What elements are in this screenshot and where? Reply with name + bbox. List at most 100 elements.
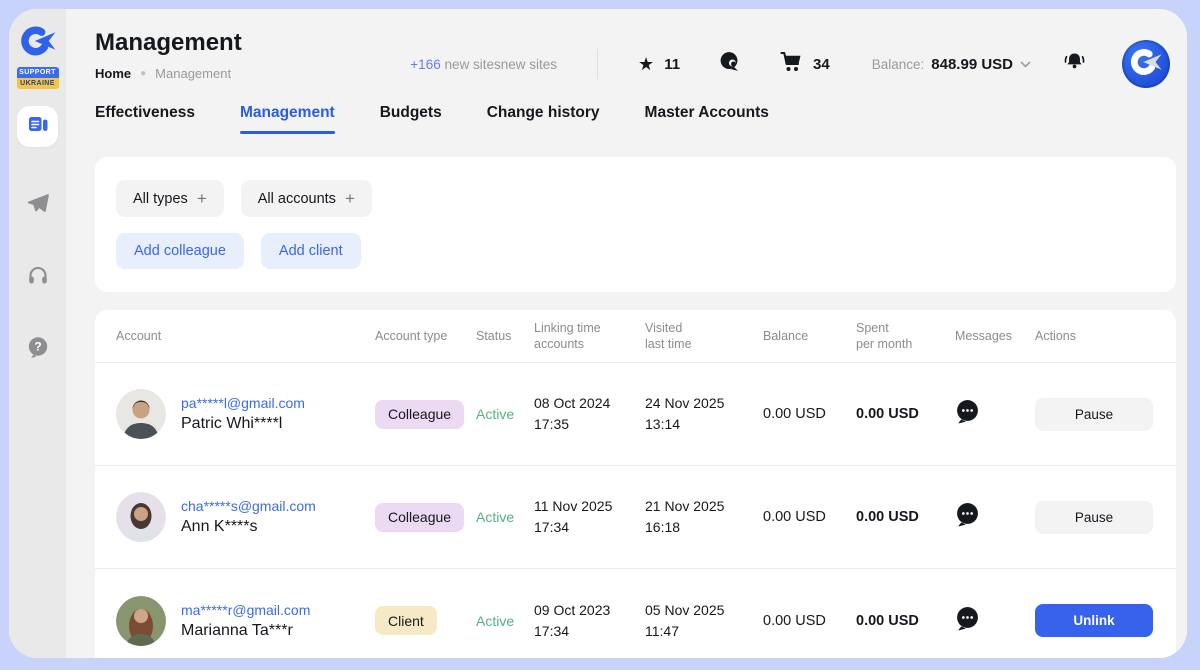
col-messages: Messages (955, 328, 1035, 344)
tab-management[interactable]: Management (240, 104, 335, 134)
balance-cell: 0.00 USD (763, 613, 856, 629)
account-type-cell: Colleague (375, 503, 476, 532)
account-cell: cha*****s@gmail.com Ann K****s (116, 492, 375, 542)
notifications-button[interactable] (1063, 50, 1086, 78)
spent-cell: 0.00 USD (856, 406, 955, 422)
col-visited: Visited last time (645, 320, 763, 352)
tab-change-history[interactable]: Change history (487, 104, 600, 134)
cart-counter[interactable]: 34 (779, 50, 830, 78)
status-badge: Active (476, 509, 534, 525)
main-area: Management Home ● Management +166 new si… (66, 9, 1187, 658)
linking-date: 08 Oct 2024 (534, 393, 645, 414)
account-type-badge: Client (375, 606, 437, 635)
visited-date: 21 Nov 2025 (645, 496, 763, 517)
status-badge: Active (476, 406, 534, 422)
unlink-button[interactable]: Unlink (1035, 604, 1153, 637)
messages-button[interactable] (955, 399, 981, 429)
account-email-link[interactable]: ma*****r@gmail.com (181, 602, 310, 618)
spent-cell: 0.00 USD (856, 613, 955, 629)
sidebar-item-support[interactable] (17, 263, 58, 291)
bell-ringing-icon (1063, 50, 1086, 78)
status-badge: Active (476, 613, 534, 629)
all-accounts-filter[interactable]: All accounts + (241, 180, 372, 217)
app-window: SUPPORT UKRAINE (9, 9, 1187, 658)
sidebar-item-help[interactable]: ? (17, 335, 58, 363)
avatar-logo-icon (1128, 45, 1164, 84)
sidebar: SUPPORT UKRAINE (9, 9, 66, 658)
balance-cell: 0.00 USD (763, 406, 856, 422)
support-badge-line1: SUPPORT (17, 67, 59, 78)
breadcrumb-separator: ● (140, 68, 146, 79)
plus-icon: + (197, 189, 207, 209)
pause-button[interactable]: Pause (1035, 501, 1153, 534)
tab-effectiveness[interactable]: Effectiveness (95, 104, 195, 134)
linking-time-cell: 11 Nov 2025 17:34 (534, 496, 645, 538)
visited-date: 24 Nov 2025 (645, 393, 763, 414)
app-logo-icon (18, 22, 58, 65)
chevron-down-icon (1020, 55, 1031, 73)
table-row: ma*****r@gmail.com Marianna Ta***r Clien… (95, 569, 1176, 658)
breadcrumb-home-link[interactable]: Home (95, 66, 131, 81)
visited-cell: 05 Nov 2025 11:47 (645, 600, 763, 642)
cart-icon (779, 50, 803, 78)
messages-button[interactable] (955, 502, 981, 532)
balance-dropdown[interactable]: Balance: 848.99 USD (872, 55, 1031, 73)
account-email-link[interactable]: pa*****l@gmail.com (181, 395, 305, 411)
tab-budgets[interactable]: Budgets (380, 104, 442, 134)
help-icon: ? (26, 335, 50, 364)
cart-count: 34 (813, 56, 830, 73)
add-colleague-button[interactable]: Add colleague (116, 233, 244, 269)
tab-master-accounts[interactable]: Master Accounts (645, 104, 769, 134)
col-status: Status (476, 328, 534, 344)
svg-text:?: ? (34, 339, 41, 353)
add-client-button[interactable]: Add client (261, 233, 361, 269)
plus-icon: + (345, 189, 355, 209)
pause-button[interactable]: Pause (1035, 398, 1153, 431)
accounts-table: Account Account type Status Linking time… (95, 310, 1176, 658)
visited-cell: 21 Nov 2025 16:18 (645, 496, 763, 538)
linking-time-cell: 09 Oct 2023 17:34 (534, 600, 645, 642)
all-types-filter[interactable]: All types + (116, 180, 224, 217)
linking-date: 11 Nov 2025 (534, 496, 645, 517)
spent-cell: 0.00 USD (856, 509, 955, 525)
all-types-label: All types (133, 191, 188, 207)
account-type-cell: Colleague (375, 400, 476, 429)
table-row: pa*****l@gmail.com Patric Whi****l Colle… (95, 363, 1176, 466)
filter-panel: All types + All accounts + Add colleague… (95, 157, 1176, 292)
message-bubble-icon (955, 399, 980, 429)
new-sites-counter[interactable]: +166 new sitesnew sites (410, 57, 557, 72)
filter-chip-row: All types + All accounts + (116, 180, 1155, 217)
favorites-count: 11 (664, 56, 680, 73)
account-type-badge: Colleague (375, 400, 464, 429)
avatar (116, 492, 166, 542)
visited-time: 13:14 (645, 414, 763, 435)
chat-button[interactable] (718, 50, 741, 78)
message-bubble-icon (955, 606, 980, 636)
favorites-counter[interactable]: ★ 11 (638, 55, 680, 73)
visited-time: 16:18 (645, 517, 763, 538)
support-badge-line2: UKRAINE (17, 78, 59, 89)
linking-time: 17:35 (534, 414, 645, 435)
account-email-link[interactable]: cha*****s@gmail.com (181, 498, 316, 514)
account-cell: pa*****l@gmail.com Patric Whi****l (116, 389, 375, 439)
balance-label: Balance: (872, 57, 925, 72)
user-avatar[interactable] (1122, 40, 1170, 88)
breadcrumb-current: Management (155, 66, 231, 81)
header-divider (597, 49, 598, 79)
sidebar-item-sites[interactable] (17, 106, 58, 147)
account-name: Patric Whi****l (181, 415, 305, 433)
account-identity: ma*****r@gmail.com Marianna Ta***r (181, 602, 310, 640)
messages-button[interactable] (955, 606, 981, 636)
balance-cell: 0.00 USD (763, 509, 856, 525)
headset-icon (26, 263, 50, 292)
col-spent: Spent per month (856, 320, 955, 352)
chat-bubble-icon (718, 50, 741, 78)
new-sites-label-text: new sites (501, 57, 557, 72)
tab-bar: Effectiveness Management Budgets Change … (95, 104, 769, 134)
sidebar-item-telegram[interactable] (17, 191, 58, 219)
header-actions: +166 new sitesnew sites ★ 11 (410, 40, 1170, 88)
col-balance: Balance (763, 328, 856, 344)
page-header: Management Home ● Management (95, 29, 242, 81)
app-logo[interactable]: SUPPORT UKRAINE (17, 22, 59, 89)
actions-cell: Pause (1035, 398, 1152, 431)
